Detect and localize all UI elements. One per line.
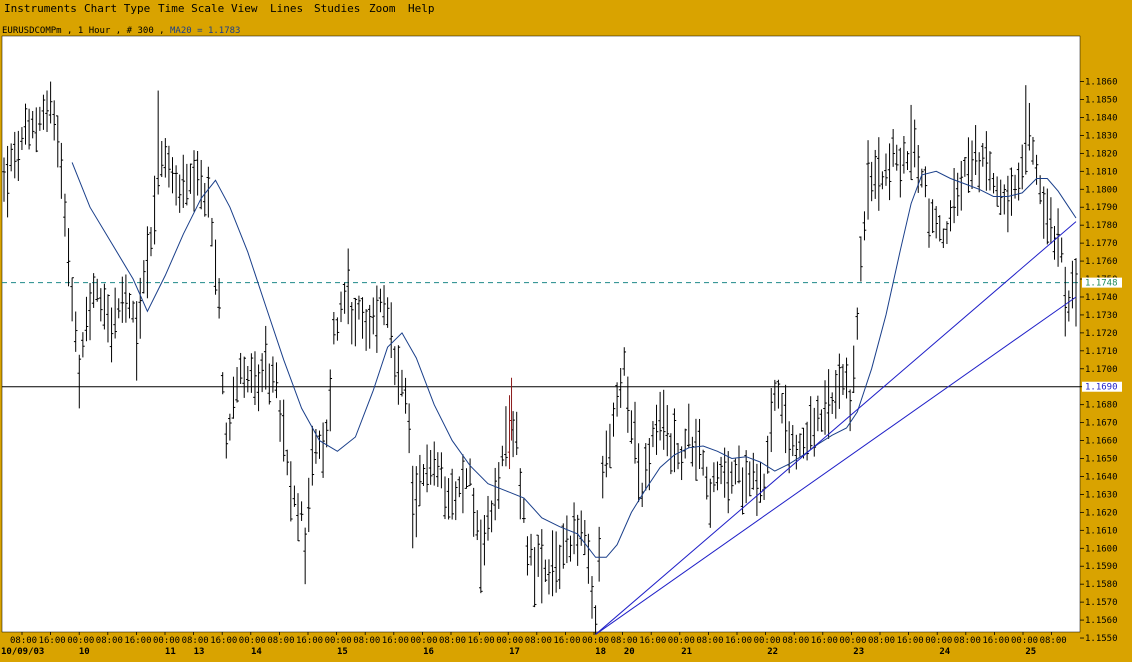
x-time-label: 00:00 [925, 636, 952, 646]
info-bars: # 300 [127, 26, 154, 36]
x-time-label: 08:00 [96, 636, 123, 646]
y-tick-label: 1.1650 [1085, 455, 1118, 465]
x-time-label: 00:00 [582, 636, 609, 646]
y-tick-label: 1.1770 [1085, 239, 1118, 249]
y-tick-label: 1.1710 [1085, 347, 1118, 357]
x-time-label: 16:00 [725, 636, 752, 646]
x-time-label: 00:00 [839, 636, 866, 646]
x-time-label: 16:00 [982, 636, 1009, 646]
info-interval: 1 Hour [78, 26, 111, 36]
x-time-label: 16:00 [39, 636, 66, 646]
x-time-label: 08:00 [439, 636, 466, 646]
x-time-label: 16:00 [639, 636, 666, 646]
y-tick-label: 1.1600 [1085, 544, 1118, 554]
x-date-label: 24 [939, 647, 950, 657]
y-tick-label: 1.1800 [1085, 185, 1118, 195]
x-date-label: 15 [337, 647, 348, 657]
level-label: 1.1690 [1085, 383, 1118, 393]
y-tick-label: 1.1590 [1085, 562, 1118, 572]
x-time-label: 00:00 [325, 636, 352, 646]
x-date-label: 23 [853, 647, 864, 657]
y-tick-label: 1.1810 [1085, 167, 1118, 177]
x-time-label: 16:00 [296, 636, 323, 646]
y-tick-label: 1.1670 [1085, 419, 1118, 429]
y-tick-label: 1.1550 [1085, 634, 1118, 644]
y-tick-label: 1.1860 [1085, 78, 1118, 88]
y-tick-label: 1.1680 [1085, 401, 1118, 411]
y-tick-label: 1.1660 [1085, 437, 1118, 447]
y-tick-label: 1.1560 [1085, 616, 1118, 626]
x-date-label: 18 [595, 647, 606, 657]
x-time-label: 16:00 [210, 636, 237, 646]
x-date-label: 11 [165, 647, 176, 657]
x-time-label: 08:00 [1040, 636, 1067, 646]
y-tick-label: 1.1820 [1085, 149, 1118, 159]
x-date-label: 21 [681, 647, 692, 657]
y-tick-label: 1.1840 [1085, 113, 1118, 123]
x-date-label: 13 [194, 647, 205, 657]
x-time-label: 08:00 [611, 636, 638, 646]
price-chart[interactable]: EURUSDCOMPm , 1 Hour , # 300 , MA20 = 1.… [0, 0, 1132, 662]
y-tick-label: 1.1830 [1085, 131, 1118, 141]
x-time-label: 00:00 [496, 636, 523, 646]
x-time-label: 16:00 [468, 636, 495, 646]
x-time-label: 00:00 [410, 636, 437, 646]
y-tick-label: 1.1700 [1085, 365, 1118, 375]
x-date-label: 16 [423, 647, 434, 657]
x-time-label: 00:00 [1011, 636, 1038, 646]
x-time-label: 16:00 [811, 636, 838, 646]
x-date-label: 10 [79, 647, 90, 657]
x-date-label: 25 [1025, 647, 1036, 657]
y-tick-label: 1.1630 [1085, 490, 1118, 500]
x-time-label: 08:00 [868, 636, 895, 646]
info-sep-1: , [62, 26, 78, 36]
x-time-label: 08:00 [353, 636, 380, 646]
info-symbol: EURUSDCOMPm [2, 26, 62, 36]
x-time-label: 00:00 [153, 636, 180, 646]
x-time-label: 08:00 [525, 636, 552, 646]
y-tick-label: 1.1570 [1085, 598, 1118, 608]
x-time-label: 08:00 [696, 636, 723, 646]
x-time-label: 00:00 [67, 636, 94, 646]
y-tick-label: 1.1730 [1085, 311, 1118, 321]
y-tick-label: 1.1580 [1085, 580, 1118, 590]
x-time-label: 00:00 [239, 636, 266, 646]
x-time-label: 16:00 [553, 636, 580, 646]
x-date-label: 10/09/03 [1, 647, 44, 657]
y-tick-label: 1.1780 [1085, 221, 1118, 231]
x-time-label: 16:00 [382, 636, 409, 646]
y-tick-label: 1.1760 [1085, 257, 1118, 267]
x-time-label: 08:00 [182, 636, 209, 646]
info-sep-3: , [154, 26, 170, 36]
x-time-label: 16:00 [897, 636, 924, 646]
x-time-label: 00:00 [754, 636, 781, 646]
y-tick-label: 1.1790 [1085, 203, 1118, 213]
x-date-label: 22 [767, 647, 778, 657]
info-study: MA20 = 1.1783 [170, 26, 240, 36]
level-label: 1.1748 [1085, 279, 1118, 289]
x-time-label: 16:00 [124, 636, 151, 646]
x-time-label: 00:00 [668, 636, 695, 646]
y-tick-label: 1.1640 [1085, 472, 1118, 482]
x-time-label: 08:00 [954, 636, 981, 646]
y-tick-label: 1.1620 [1085, 508, 1118, 518]
info-sep-2: , [110, 26, 126, 36]
y-tick-label: 1.1850 [1085, 96, 1118, 106]
y-tick-label: 1.1720 [1085, 329, 1118, 339]
y-tick-label: 1.1740 [1085, 293, 1118, 303]
x-time-label: 08:00 [10, 636, 37, 646]
x-date-label: 14 [251, 647, 262, 657]
x-date-label: 20 [624, 647, 635, 657]
x-time-label: 08:00 [782, 636, 809, 646]
y-tick-label: 1.1610 [1085, 526, 1118, 536]
plot-area [1, 35, 1081, 633]
x-date-label: 17 [509, 647, 520, 657]
info-line: EURUSDCOMPm , 1 Hour , # 300 , MA20 = 1.… [2, 26, 240, 36]
x-time-label: 08:00 [267, 636, 294, 646]
